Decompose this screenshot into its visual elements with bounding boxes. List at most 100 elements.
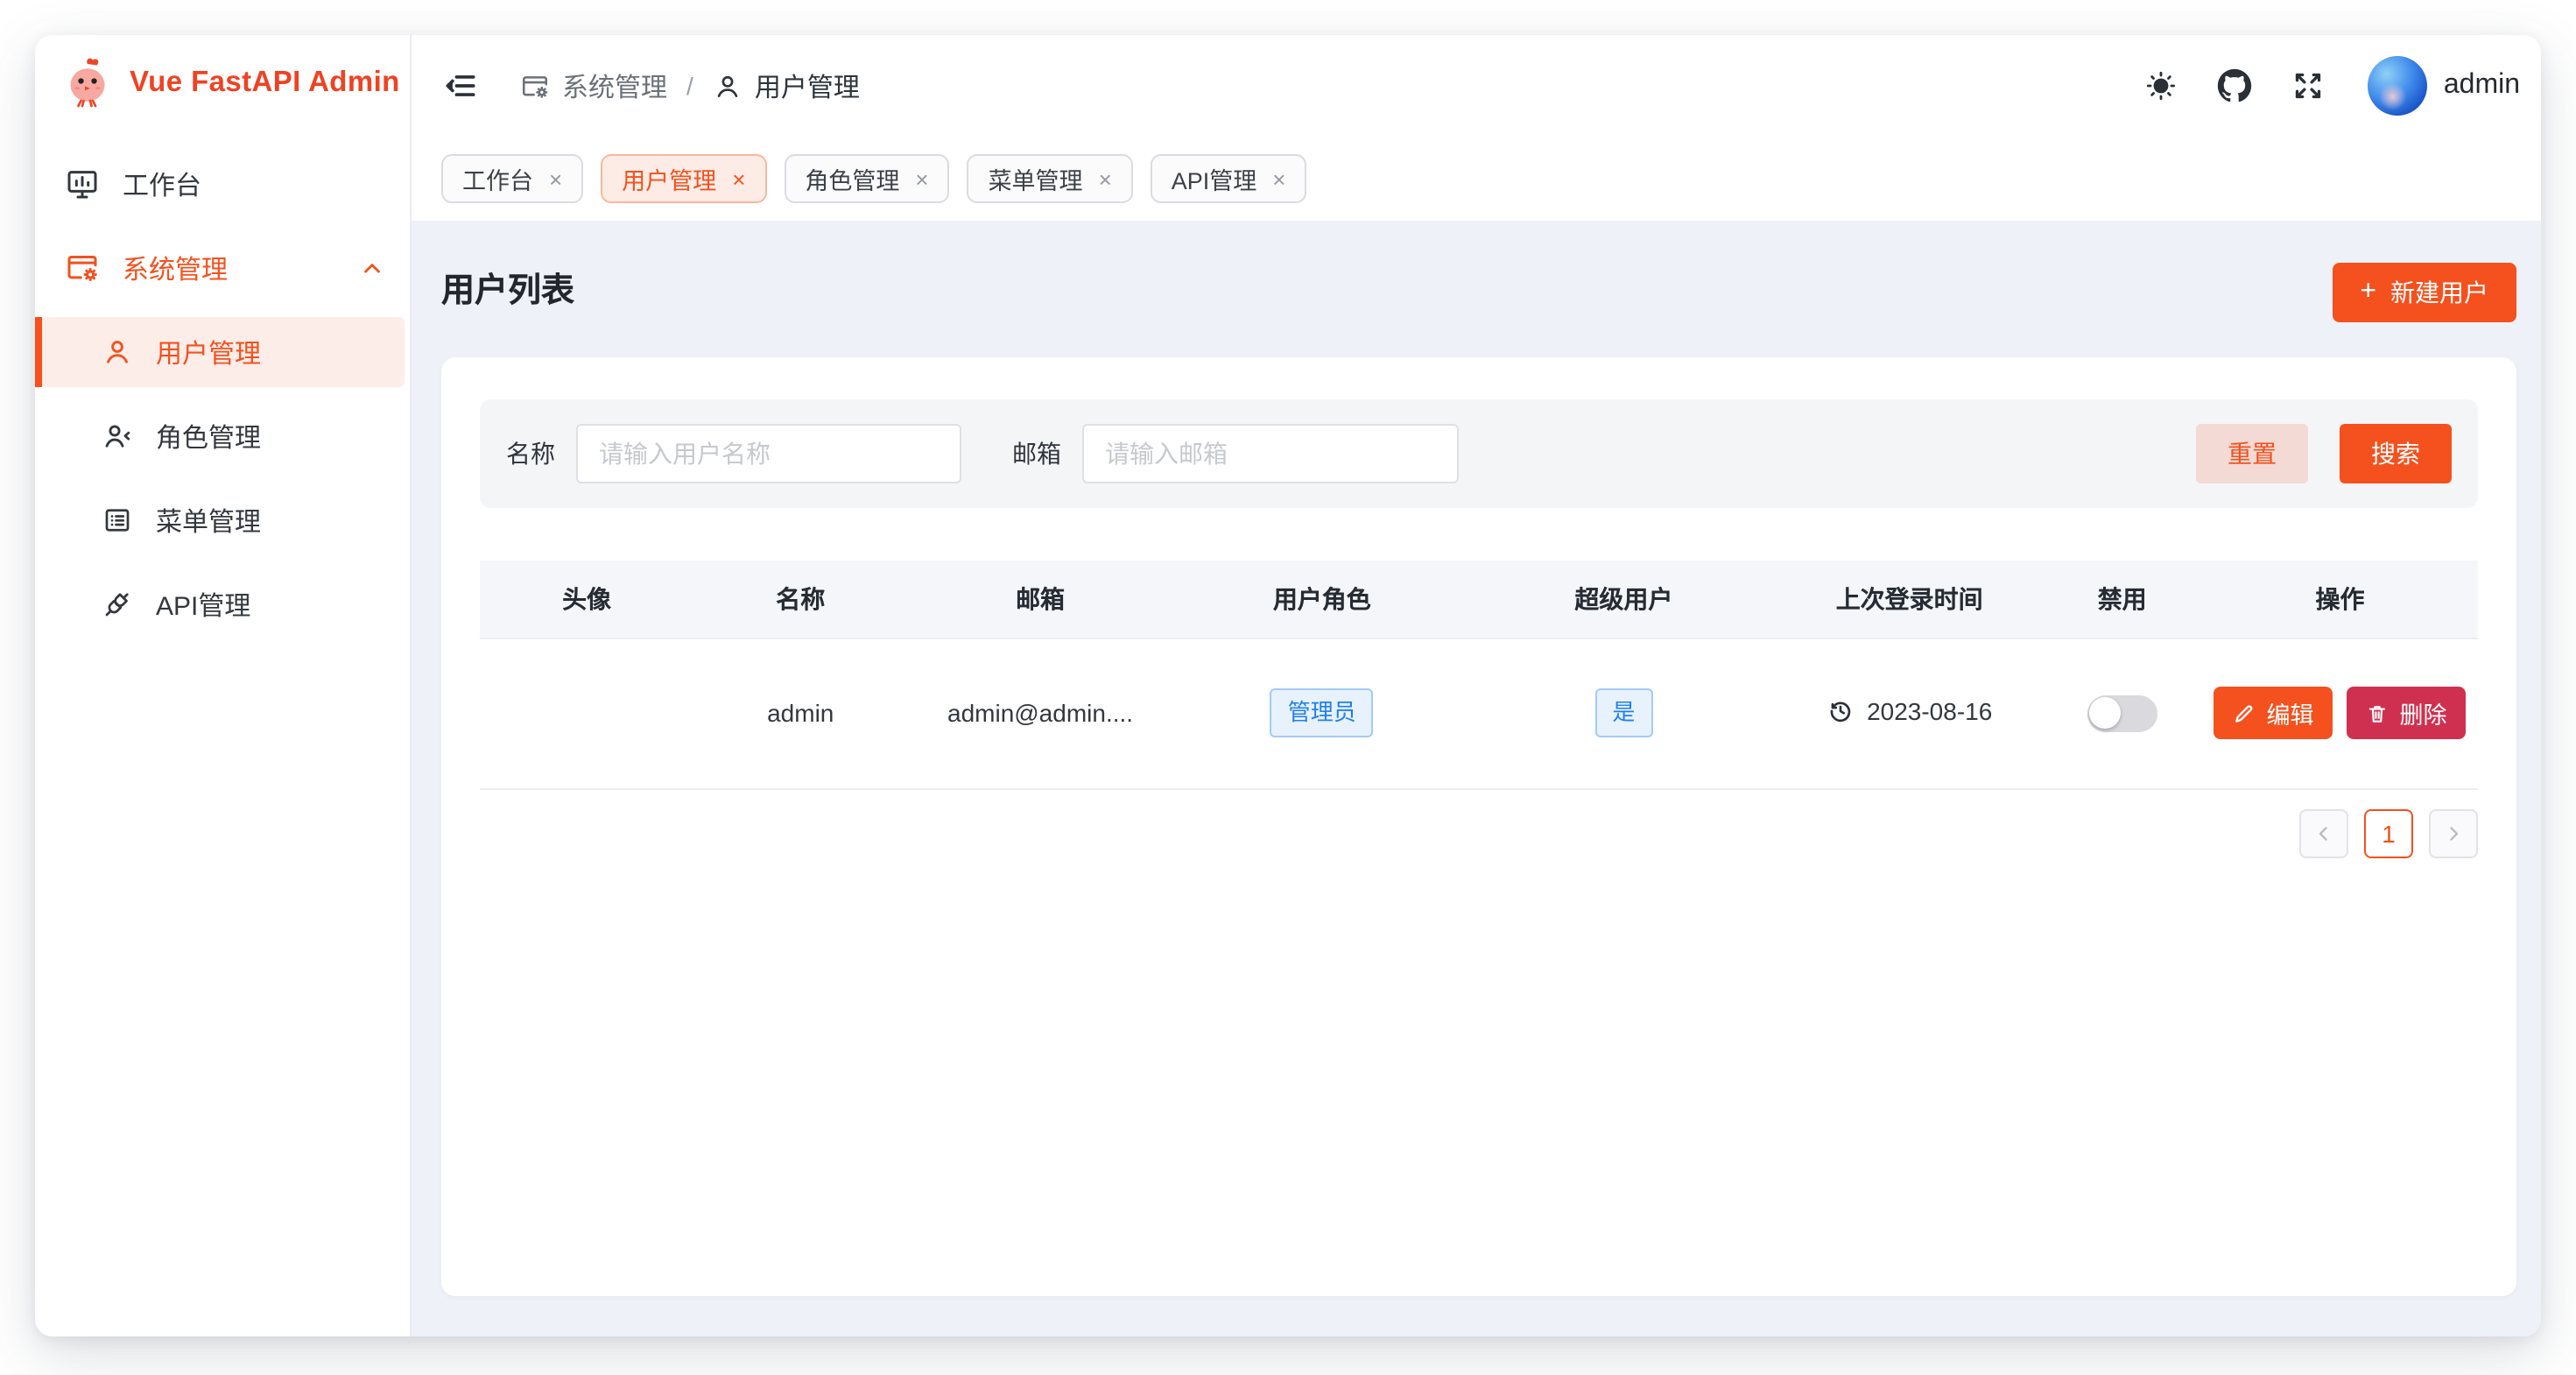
delete-label: 删除 xyxy=(2399,695,2446,730)
tab-user-management[interactable]: 用户管理 × xyxy=(601,154,766,203)
system-window-gear-icon xyxy=(520,71,550,101)
app-logo[interactable]: Vue FastAPI Admin xyxy=(35,35,410,109)
tab-label: API管理 xyxy=(1172,161,1257,196)
clock-history-icon xyxy=(1826,696,1855,724)
menu-list-icon xyxy=(102,504,133,536)
delete-button[interactable]: 删除 xyxy=(2347,687,2466,739)
table-header-row: 头像 名称 邮箱 用户角色 超级用户 上次登录时间 禁用 操作 xyxy=(480,561,2478,638)
menu-fold-icon[interactable] xyxy=(441,67,480,105)
toggle-knob xyxy=(2090,697,2122,729)
close-icon[interactable]: × xyxy=(549,167,562,190)
sidebar-item-label: API管理 xyxy=(156,586,250,623)
top-header: 系统管理 / 用户管理 xyxy=(412,35,2541,137)
tabs-bar: 工作台 × 用户管理 × 角色管理 × 菜单管理 × API管理 × xyxy=(412,137,2541,221)
plus-icon: + xyxy=(2360,279,2376,307)
email-filter-label: 邮箱 xyxy=(1012,436,1061,471)
role-person-icon xyxy=(102,420,133,452)
sidebar-item-role-management[interactable]: 角色管理 xyxy=(35,401,410,471)
email-filter-group: 邮箱 xyxy=(1012,424,1459,483)
sidebar-item-label: 系统管理 xyxy=(123,250,228,286)
breadcrumb-separator: / xyxy=(686,72,693,100)
tab-menu-management[interactable]: 菜单管理 × xyxy=(968,154,1133,203)
tab-workbench[interactable]: 工作台 × xyxy=(441,154,583,203)
close-icon[interactable]: × xyxy=(1099,167,1112,190)
sidebar-item-label: 用户管理 xyxy=(156,334,261,370)
page-title: 用户列表 xyxy=(441,266,574,319)
expand-fullscreen-icon[interactable] xyxy=(2291,68,2326,103)
email-cell: admin@admin.... xyxy=(907,638,1173,788)
users-table: 头像 名称 邮箱 用户角色 超级用户 上次登录时间 禁用 操作 xyxy=(480,561,2478,789)
tab-label: 角色管理 xyxy=(805,161,899,196)
user-icon xyxy=(713,71,743,101)
user-icon xyxy=(102,336,133,368)
next-page-button[interactable] xyxy=(2429,808,2478,857)
header-right: admin xyxy=(2144,56,2520,116)
sidebar-item-system[interactable]: 系统管理 xyxy=(35,233,410,303)
col-disabled: 禁用 xyxy=(2042,561,2202,638)
page-1-button[interactable]: 1 xyxy=(2364,808,2413,857)
last-login-value: 2023-08-16 xyxy=(1867,696,1992,724)
pagination: 1 xyxy=(480,808,2478,857)
superuser-cell: 是 xyxy=(1471,638,1777,788)
col-role: 用户角色 xyxy=(1173,561,1471,638)
close-icon[interactable]: × xyxy=(915,167,928,190)
user-menu[interactable]: admin xyxy=(2368,56,2520,116)
col-actions: 操作 xyxy=(2202,561,2478,638)
chevron-up-icon xyxy=(359,255,385,281)
sidebar-item-workbench[interactable]: 工作台 xyxy=(35,149,410,219)
sidebar-item-menu-management[interactable]: 菜单管理 xyxy=(35,485,410,555)
role-cell: 管理员 xyxy=(1173,638,1471,788)
app-window: Vue FastAPI Admin 工作台 xyxy=(35,35,2541,1336)
sidebar-item-label: 菜单管理 xyxy=(156,502,261,539)
sidebar-menu: 工作台 系统管理 xyxy=(35,109,410,639)
col-avatar: 头像 xyxy=(480,561,693,638)
sun-icon[interactable] xyxy=(2144,68,2179,103)
superuser-tag: 是 xyxy=(1594,688,1652,737)
disabled-cell xyxy=(2042,638,2202,788)
chevron-right-icon xyxy=(2443,822,2464,843)
add-user-label: 新建用户 xyxy=(2390,275,2488,310)
tab-role-management[interactable]: 角色管理 × xyxy=(784,154,949,203)
sidebar-item-api-management[interactable]: API管理 xyxy=(35,569,410,639)
name-cell: admin xyxy=(693,638,907,788)
github-icon[interactable] xyxy=(2218,68,2253,103)
col-email: 邮箱 xyxy=(907,561,1173,638)
breadcrumb-user[interactable]: 用户管理 xyxy=(713,67,860,104)
table-card: 名称 邮箱 重置 搜索 xyxy=(441,357,2516,1296)
close-icon[interactable]: × xyxy=(732,167,745,190)
sidebar-item-user-management[interactable]: 用户管理 xyxy=(35,317,405,387)
trash-icon xyxy=(2366,702,2389,724)
close-icon[interactable]: × xyxy=(1272,167,1285,190)
sidebar-item-label: 角色管理 xyxy=(156,418,261,455)
name-filter-input[interactable] xyxy=(576,424,961,483)
chevron-left-icon xyxy=(2313,822,2334,843)
header-left: 系统管理 / 用户管理 xyxy=(441,67,860,105)
pencil-icon xyxy=(2233,702,2256,724)
last-login-cell: 2023-08-16 xyxy=(1777,638,2043,788)
name-filter-label: 名称 xyxy=(506,436,555,471)
prev-page-button[interactable] xyxy=(2299,808,2348,857)
reset-button[interactable]: 重置 xyxy=(2196,424,2308,483)
plug-icon xyxy=(102,589,133,620)
filter-bar: 名称 邮箱 重置 搜索 xyxy=(480,399,2478,508)
search-button[interactable]: 搜索 xyxy=(2340,424,2452,483)
breadcrumb-system[interactable]: 系统管理 xyxy=(520,67,667,104)
edit-button[interactable]: 编辑 xyxy=(2214,687,2333,739)
sidebar: Vue FastAPI Admin 工作台 xyxy=(35,35,412,1336)
tab-api-management[interactable]: API管理 × xyxy=(1151,154,1307,203)
col-superuser: 超级用户 xyxy=(1471,561,1777,638)
actions-cell: 编辑 删除 xyxy=(2202,638,2478,788)
chick-logo-icon xyxy=(61,56,114,109)
disabled-toggle[interactable] xyxy=(2087,695,2157,731)
tab-label: 用户管理 xyxy=(622,161,716,196)
add-user-button[interactable]: + 新建用户 xyxy=(2332,263,2516,322)
page-content: 用户列表 + 新建用户 名称 邮箱 xyxy=(412,221,2541,1336)
breadcrumb-label: 用户管理 xyxy=(755,67,860,104)
table-row: admin admin@admin.... 管理员 是 xyxy=(480,638,2478,788)
desktop-background: Vue FastAPI Admin 工作台 xyxy=(0,0,2576,1375)
main-area: 系统管理 / 用户管理 xyxy=(412,35,2541,1336)
page-head: 用户列表 + 新建用户 xyxy=(441,221,2516,357)
workbench-icon xyxy=(65,166,100,201)
system-window-gear-icon xyxy=(65,250,100,286)
email-filter-input[interactable] xyxy=(1082,424,1459,483)
